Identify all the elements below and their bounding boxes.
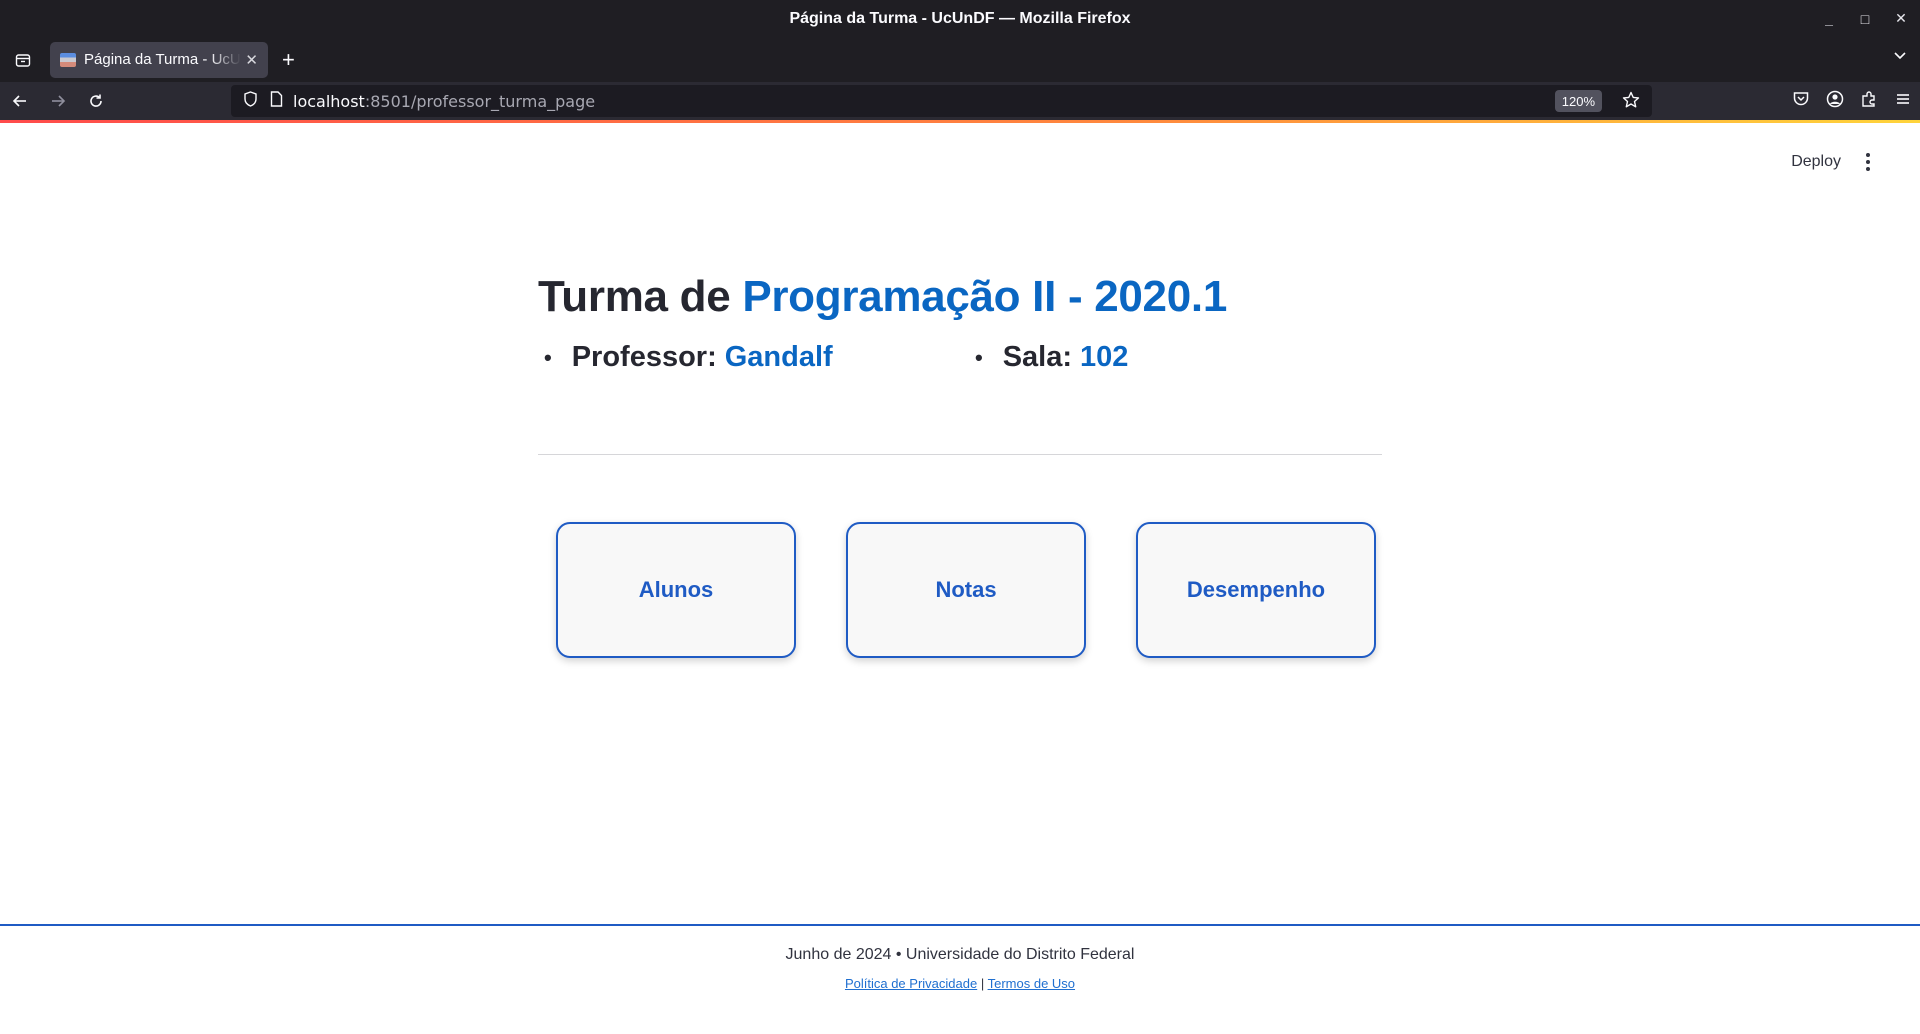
close-tab-icon[interactable]: ✕ bbox=[245, 51, 258, 69]
sala-label: Sala: bbox=[1002, 341, 1073, 374]
close-window-button[interactable]: ✕ bbox=[1894, 10, 1908, 27]
navigation-toolbar: localhost:8501/professor_turma_page 120% bbox=[0, 82, 1920, 120]
alunos-button[interactable]: Alunos bbox=[556, 522, 796, 658]
window-controls: _ □ ✕ bbox=[1822, 0, 1908, 37]
toolbar-right-icons bbox=[1792, 82, 1912, 120]
url-text[interactable]: localhost:8501/professor_turma_page bbox=[293, 92, 595, 111]
page-icon[interactable] bbox=[270, 90, 283, 112]
page-title: Turma de Programação II - 2020.1 bbox=[538, 272, 1382, 321]
class-name: Programação II - 2020.1 bbox=[742, 272, 1227, 321]
desempenho-button[interactable]: Desempenho bbox=[1136, 522, 1376, 658]
new-tab-icon[interactable]: + bbox=[282, 47, 295, 73]
tab-bar: Página da Turma - UcUnDF ✕ + bbox=[0, 37, 1920, 82]
bookmark-star-icon[interactable] bbox=[1622, 91, 1640, 114]
class-info: • Professor: Gandalf • Sala: 102 bbox=[538, 341, 1382, 401]
action-cards: Alunos Notas Desempenho bbox=[556, 522, 1376, 658]
professor-info: • Professor: Gandalf bbox=[544, 341, 833, 374]
window-title: Página da Turma - UcUnDF — Mozilla Firef… bbox=[789, 9, 1131, 27]
account-icon[interactable] bbox=[1826, 90, 1844, 113]
reload-icon[interactable] bbox=[78, 83, 114, 119]
footer-text: Junho de 2024 • Universidade do Distrito… bbox=[785, 946, 1135, 963]
terms-of-use-link[interactable]: Termos de Uso bbox=[988, 976, 1075, 991]
notas-button[interactable]: Notas bbox=[846, 522, 1086, 658]
maximize-button[interactable]: □ bbox=[1858, 11, 1872, 27]
professor-value: Gandalf bbox=[724, 341, 833, 374]
menu-icon[interactable] bbox=[1894, 90, 1912, 113]
professor-label: Professor: bbox=[571, 341, 717, 374]
footer: Junho de 2024 • Universidade do Distrito… bbox=[0, 924, 1920, 1034]
deploy-button[interactable]: Deploy bbox=[1791, 153, 1841, 171]
footer-links: Política de Privacidade | Termos de Uso bbox=[0, 976, 1920, 991]
privacy-policy-link[interactable]: Política de Privacidade bbox=[845, 976, 977, 991]
url-host: localhost bbox=[293, 91, 365, 111]
minimize-button[interactable]: _ bbox=[1822, 11, 1836, 27]
bullet: • bbox=[544, 344, 552, 370]
zoom-level-button[interactable]: 120% bbox=[1554, 90, 1602, 112]
url-path: :8501/professor_turma_page bbox=[364, 91, 596, 111]
firefox-view-icon[interactable] bbox=[4, 41, 42, 79]
bullet: • bbox=[975, 344, 983, 370]
pocket-icon[interactable] bbox=[1792, 90, 1810, 113]
tab-title: Página da Turma - UcUnDF bbox=[84, 51, 241, 68]
active-tab[interactable]: Página da Turma - UcUnDF ✕ bbox=[50, 41, 268, 78]
extensions-icon[interactable] bbox=[1860, 90, 1878, 113]
window-titlebar: Página da Turma - UcUnDF — Mozilla Firef… bbox=[0, 0, 1920, 37]
shield-icon[interactable] bbox=[243, 90, 258, 112]
sala-info: • Sala: 102 bbox=[975, 341, 1128, 374]
kebab-menu-icon[interactable] bbox=[1858, 153, 1878, 171]
title-prefix: Turma de bbox=[538, 272, 743, 321]
sala-value: 102 bbox=[1080, 341, 1129, 374]
page-content: Deploy Turma de Programação II - 2020.1 … bbox=[0, 123, 1920, 1032]
tab-favicon-icon bbox=[60, 52, 76, 67]
address-bar[interactable]: localhost:8501/professor_turma_page 120% bbox=[231, 85, 1652, 117]
forward-icon[interactable] bbox=[40, 83, 76, 119]
main-section: Turma de Programação II - 2020.1 • Profe… bbox=[538, 272, 1382, 401]
divider bbox=[538, 454, 1382, 455]
back-icon[interactable] bbox=[2, 83, 38, 119]
footer-separator: | bbox=[980, 976, 985, 991]
list-all-tabs-icon[interactable] bbox=[1892, 47, 1908, 68]
